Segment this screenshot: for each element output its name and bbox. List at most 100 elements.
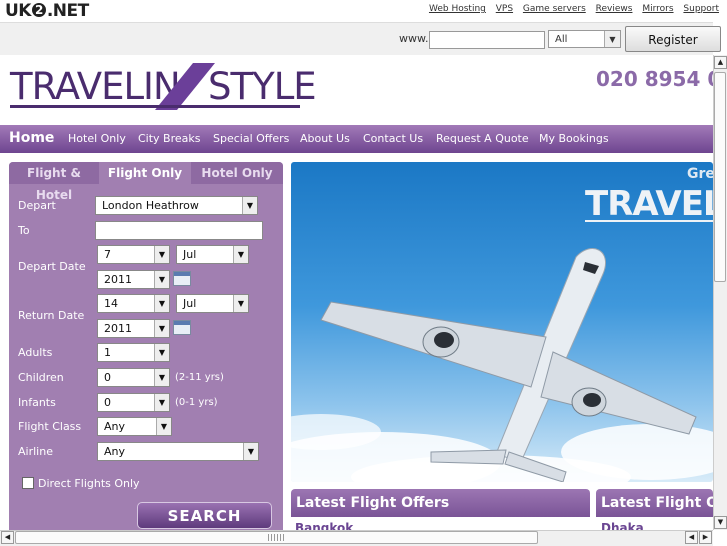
calendar-icon[interactable] <box>173 271 191 286</box>
search-button[interactable]: SEARCH <box>137 502 272 529</box>
depart-airport-value: London Heathrow <box>102 199 199 212</box>
main-nav: Home Hotel Only City Breaks Special Offe… <box>0 125 713 153</box>
nav-about-us[interactable]: About Us <box>300 132 350 145</box>
return-year-value: 2011 <box>104 322 132 335</box>
tld-select[interactable]: All ▼ <box>548 30 621 48</box>
link-support[interactable]: Support <box>683 4 719 14</box>
children-age-note: (2-11 yrs) <box>175 372 224 383</box>
search-tabs: Flight & Hotel Flight Only Hotel Only <box>9 162 283 202</box>
chevron-down-icon: ▼ <box>154 246 169 263</box>
host-logo-badge: 2 <box>31 3 46 17</box>
nav-city-breaks[interactable]: City Breaks <box>138 132 201 145</box>
domain-search-bar: www. All ▼ Register Domain <box>0 22 721 73</box>
depart-day-select[interactable]: 7 ▼ <box>97 245 170 264</box>
hero-tagline: Gre <box>687 166 713 182</box>
depart-date-label: Depart Date <box>18 260 86 273</box>
adults-select[interactable]: 1 ▼ <box>97 343 170 362</box>
tld-select-value: All <box>555 34 568 45</box>
depart-day-value: 7 <box>104 248 111 261</box>
vertical-scroll-thumb[interactable] <box>714 72 726 282</box>
nav-special-offers[interactable]: Special Offers <box>213 132 289 145</box>
infants-select[interactable]: 0 ▼ <box>97 393 170 412</box>
return-day-value: 14 <box>104 297 118 310</box>
infants-age-note: (0-1 yrs) <box>175 397 218 408</box>
direct-flights-checkbox[interactable] <box>22 477 34 489</box>
host-links: Web Hosting VPS Game servers Reviews Mir… <box>422 4 719 14</box>
hero-brand-underline <box>585 220 713 222</box>
host-topbar: UK 2 .NET Web Hosting VPS Game servers Rev… <box>0 0 727 22</box>
return-year-select[interactable]: 2011 ▼ <box>97 319 170 338</box>
register-domain-button[interactable]: Register Domain <box>625 26 721 73</box>
airline-value: Any <box>104 445 126 458</box>
chevron-down-icon: ▼ <box>154 369 169 386</box>
site-header: TRAVELIN STYLE 020 8954 00 <box>0 55 727 125</box>
chevron-down-icon: ▼ <box>242 197 257 214</box>
airline-select[interactable]: Any ▼ <box>97 442 259 461</box>
adults-label: Adults <box>18 346 53 359</box>
return-month-value: Jul <box>183 297 197 310</box>
adults-value: 1 <box>104 346 111 359</box>
link-game-servers[interactable]: Game servers <box>523 4 586 14</box>
return-month-select[interactable]: Jul ▼ <box>176 294 249 313</box>
tab-hotel-only[interactable]: Hotel Only <box>191 162 283 184</box>
link-mirrors[interactable]: Mirrors <box>642 4 673 14</box>
scroll-right-icon[interactable]: ▶ <box>699 531 712 544</box>
nav-my-bookings[interactable]: My Bookings <box>539 132 609 145</box>
host-logo[interactable]: UK 2 .NET <box>5 1 89 21</box>
latest-flight-offers-header: Latest Flight Offers <box>291 489 590 517</box>
chevron-down-icon: ▼ <box>154 271 169 288</box>
depart-label: Depart <box>18 199 56 212</box>
calendar-icon[interactable] <box>173 320 191 335</box>
nav-hotel-only[interactable]: Hotel Only <box>68 132 126 145</box>
link-vps[interactable]: VPS <box>496 4 513 14</box>
depart-month-select[interactable]: Jul ▼ <box>176 245 249 264</box>
chevron-down-icon: ▼ <box>156 418 171 435</box>
scroll-left-icon[interactable]: ◀ <box>685 531 698 544</box>
scroll-grip-icon <box>268 534 284 541</box>
depart-month-value: Jul <box>183 248 197 261</box>
chevron-down-icon: ▼ <box>233 246 248 263</box>
flight-class-value: Any <box>104 420 126 433</box>
host-logo-part: .NET <box>46 1 89 21</box>
latest-flight-offers-header-2: Latest Flight Offe <box>596 489 713 517</box>
children-value: 0 <box>104 371 111 384</box>
to-label: To <box>18 224 30 237</box>
infants-value: 0 <box>104 396 111 409</box>
return-day-select[interactable]: 14 ▼ <box>97 294 170 313</box>
scroll-left-icon[interactable]: ◀ <box>1 531 14 544</box>
tab-flight-only[interactable]: Flight Only <box>99 162 191 184</box>
depart-year-value: 2011 <box>104 273 132 286</box>
tab-flight-hotel[interactable]: Flight & Hotel <box>9 162 99 202</box>
nav-contact-us[interactable]: Contact Us <box>363 132 423 145</box>
return-date-label: Return Date <box>18 309 85 322</box>
chevron-down-icon: ▼ <box>154 344 169 361</box>
destination-input[interactable] <box>95 221 263 240</box>
chevron-down-icon: ▼ <box>243 443 258 460</box>
airline-label: Airline <box>18 445 53 458</box>
children-select[interactable]: 0 ▼ <box>97 368 170 387</box>
scroll-up-icon[interactable]: ▲ <box>714 56 727 69</box>
www-label: www. <box>399 32 429 45</box>
link-reviews[interactable]: Reviews <box>596 4 633 14</box>
direct-flights-label: Direct Flights Only <box>38 477 140 490</box>
domain-input[interactable] <box>429 31 545 49</box>
flight-class-select[interactable]: Any ▼ <box>97 417 172 436</box>
nav-request-quote[interactable]: Request A Quote <box>436 132 529 145</box>
link-web-hosting[interactable]: Web Hosting <box>429 4 486 14</box>
logo-underline <box>10 105 300 108</box>
chevron-down-icon: ▼ <box>604 31 620 47</box>
scroll-down-icon[interactable]: ▼ <box>714 516 727 529</box>
chevron-down-icon: ▼ <box>154 295 169 312</box>
flight-class-label: Flight Class <box>18 420 82 433</box>
phone-number: 020 8954 00 <box>596 67 727 91</box>
hero-banner[interactable]: Gre TRAVELI <box>291 162 713 482</box>
depart-airport-select[interactable]: London Heathrow ▼ <box>95 196 258 215</box>
children-label: Children <box>18 371 64 384</box>
chevron-down-icon: ▼ <box>154 320 169 337</box>
host-logo-part: UK <box>5 1 31 21</box>
depart-year-select[interactable]: 2011 ▼ <box>97 270 170 289</box>
hero-brand: TRAVELI <box>585 184 713 224</box>
logo-style[interactable]: STYLE <box>208 65 317 108</box>
logo-slash-icon <box>155 63 215 110</box>
nav-home[interactable]: Home <box>9 130 54 146</box>
